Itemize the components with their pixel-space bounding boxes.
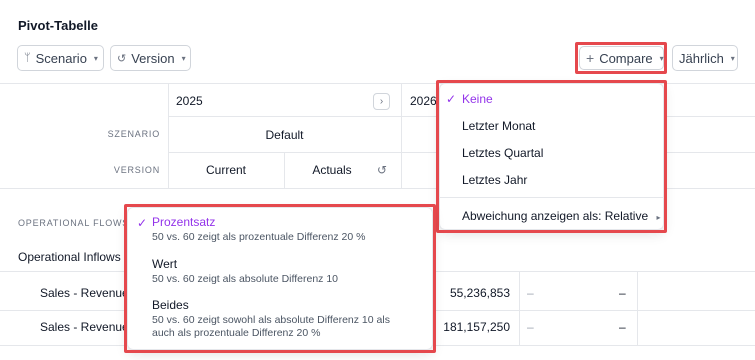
group-row: Operational Inflows	[18, 250, 121, 264]
period-label: Jährlich	[679, 50, 724, 66]
history-icon: ↺	[117, 52, 127, 65]
grid-line	[401, 83, 402, 188]
scenario-label: Scenario	[35, 50, 87, 66]
version-value: Current	[205, 163, 246, 177]
table-cell: –	[619, 320, 626, 334]
row-label-version: VERSION	[113, 165, 160, 175]
table-row-name: Sales - Revenue	[40, 286, 129, 300]
version-value: Actuals	[312, 163, 352, 177]
chevron-down-icon: ▾	[93, 53, 98, 63]
chevron-right-icon: ›	[379, 96, 384, 107]
year-header: 2025	[176, 94, 203, 108]
scenario-dropdown[interactable]: ᛘ Scenario ▾	[17, 45, 104, 71]
section-label: OPERATIONAL FLOWS	[18, 218, 130, 228]
year-header-next: 2026	[410, 94, 437, 108]
version-dropdown[interactable]: ↺ Version ▾	[110, 45, 191, 71]
chevron-down-icon: ▾	[181, 53, 186, 63]
history-icon[interactable]: ↺	[377, 163, 387, 177]
branch-icon: ᛘ	[24, 52, 31, 64]
highlight-deviation-menu	[124, 204, 436, 353]
version-label: Version	[131, 50, 175, 66]
table-row-name: Sales - Revenue	[40, 320, 129, 334]
page-title: Pivot-Tabelle	[18, 18, 98, 33]
grid-line	[519, 271, 520, 346]
chevron-down-icon: ▾	[730, 53, 735, 63]
table-cell: –	[527, 320, 534, 334]
highlight-compare-menu	[436, 80, 667, 233]
table-cell: –	[619, 286, 626, 300]
scenario-value: Default	[265, 128, 304, 142]
row-label-scenario: SZENARIO	[107, 129, 160, 139]
period-dropdown[interactable]: Jährlich ▾	[672, 45, 738, 71]
next-period-button[interactable]: ›	[373, 93, 390, 110]
table-cell: –	[527, 286, 534, 300]
highlight-compare	[575, 42, 667, 74]
grid-line	[637, 271, 638, 346]
